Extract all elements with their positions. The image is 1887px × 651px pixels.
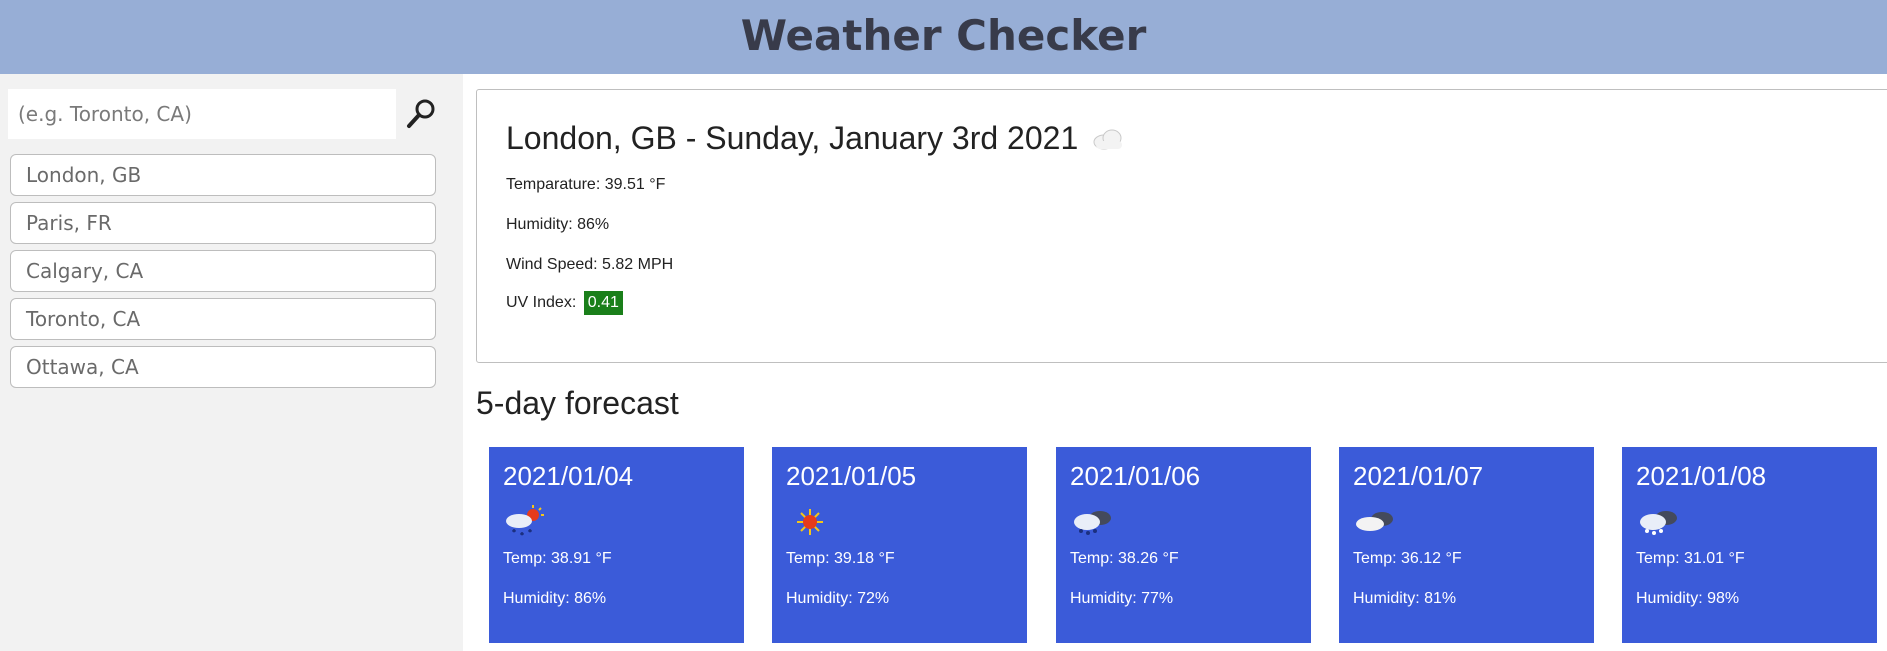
app-header: Weather Checker xyxy=(0,0,1887,74)
history-item-calgary[interactable]: Calgary, CA xyxy=(10,250,436,292)
forecast-date: 2021/01/04 xyxy=(503,461,634,491)
current-humidity: Humidity: 86% xyxy=(506,216,610,233)
forecast-humidity: Humidity: 77% xyxy=(1070,590,1174,607)
forecast-date: 2021/01/08 xyxy=(1636,461,1767,491)
forecast-card: 2021/01/07 Temp: 36.12 °F Humidity: 81% xyxy=(1339,447,1594,643)
history-item-ottawa[interactable]: Ottawa, CA xyxy=(10,346,436,388)
forecast-humidity: Humidity: 86% xyxy=(503,590,607,607)
forecast-title: 5-day forecast xyxy=(476,385,679,421)
forecast-date: 2021/01/06 xyxy=(1070,461,1201,491)
forecast-humidity: Humidity: 72% xyxy=(786,590,890,607)
rain-sun-icon xyxy=(506,505,544,536)
current-temperature: Temparature: 39.51 °F xyxy=(506,176,666,193)
forecast-temp: Temp: 38.91 °F xyxy=(503,550,612,567)
search-input[interactable] xyxy=(8,89,396,139)
forecast-temp: Temp: 38.26 °F xyxy=(1070,550,1179,567)
forecast-card: 2021/01/05 Temp: 39.18 °F Humidity: 72% xyxy=(772,447,1027,643)
cloud-icon xyxy=(1356,512,1393,531)
uv-badge: 0.41 xyxy=(583,291,623,315)
current-weather-title: London, GB - Sunday, January 3rd 2021 xyxy=(506,120,1079,156)
search-icon xyxy=(407,99,435,128)
uv-label: UV Index: xyxy=(506,294,577,311)
current-weather-title-row: London, GB - Sunday, January 3rd 2021 xyxy=(506,120,1126,157)
cloud-icon xyxy=(1093,129,1123,149)
forecast-humidity: Humidity: 81% xyxy=(1353,590,1457,607)
history-item-london[interactable]: London, GB xyxy=(10,154,436,196)
sun-icon xyxy=(797,509,823,535)
forecast-temp: Temp: 31.01 °F xyxy=(1636,550,1745,567)
forecast-temp: Temp: 36.12 °F xyxy=(1353,550,1462,567)
forecast-card: 2021/01/04 Temp: 38.91 °F Humidity: 86% xyxy=(489,447,744,643)
search-button[interactable] xyxy=(404,96,440,132)
search-history-list: London, GB Paris, FR Calgary, CA Toronto… xyxy=(10,154,436,394)
snow-cloud-icon xyxy=(1640,511,1677,535)
snow-cloud-icon xyxy=(1074,511,1111,535)
forecast-card: 2021/01/06 Temp: 38.26 °F Humidity: 77% xyxy=(1056,447,1311,643)
forecast-temp: Temp: 39.18 °F xyxy=(786,550,895,567)
app-title: Weather Checker xyxy=(740,10,1147,60)
history-item-paris[interactable]: Paris, FR xyxy=(10,202,436,244)
current-uv-index: UV Index: 0.41 xyxy=(506,291,623,315)
current-wind-speed: Wind Speed: 5.82 MPH xyxy=(506,256,674,273)
current-weather-card: London, GB - Sunday, January 3rd 2021 Te… xyxy=(476,89,1887,363)
forecast-date: 2021/01/05 xyxy=(786,461,917,491)
sidebar: London, GB Paris, FR Calgary, CA Toronto… xyxy=(0,74,463,651)
forecast-date: 2021/01/07 xyxy=(1353,461,1484,491)
history-item-toronto[interactable]: Toronto, CA xyxy=(10,298,436,340)
forecast-humidity: Humidity: 98% xyxy=(1636,590,1740,607)
forecast-card: 2021/01/08 Temp: 31.01 °F Humidity: 98% xyxy=(1622,447,1877,643)
